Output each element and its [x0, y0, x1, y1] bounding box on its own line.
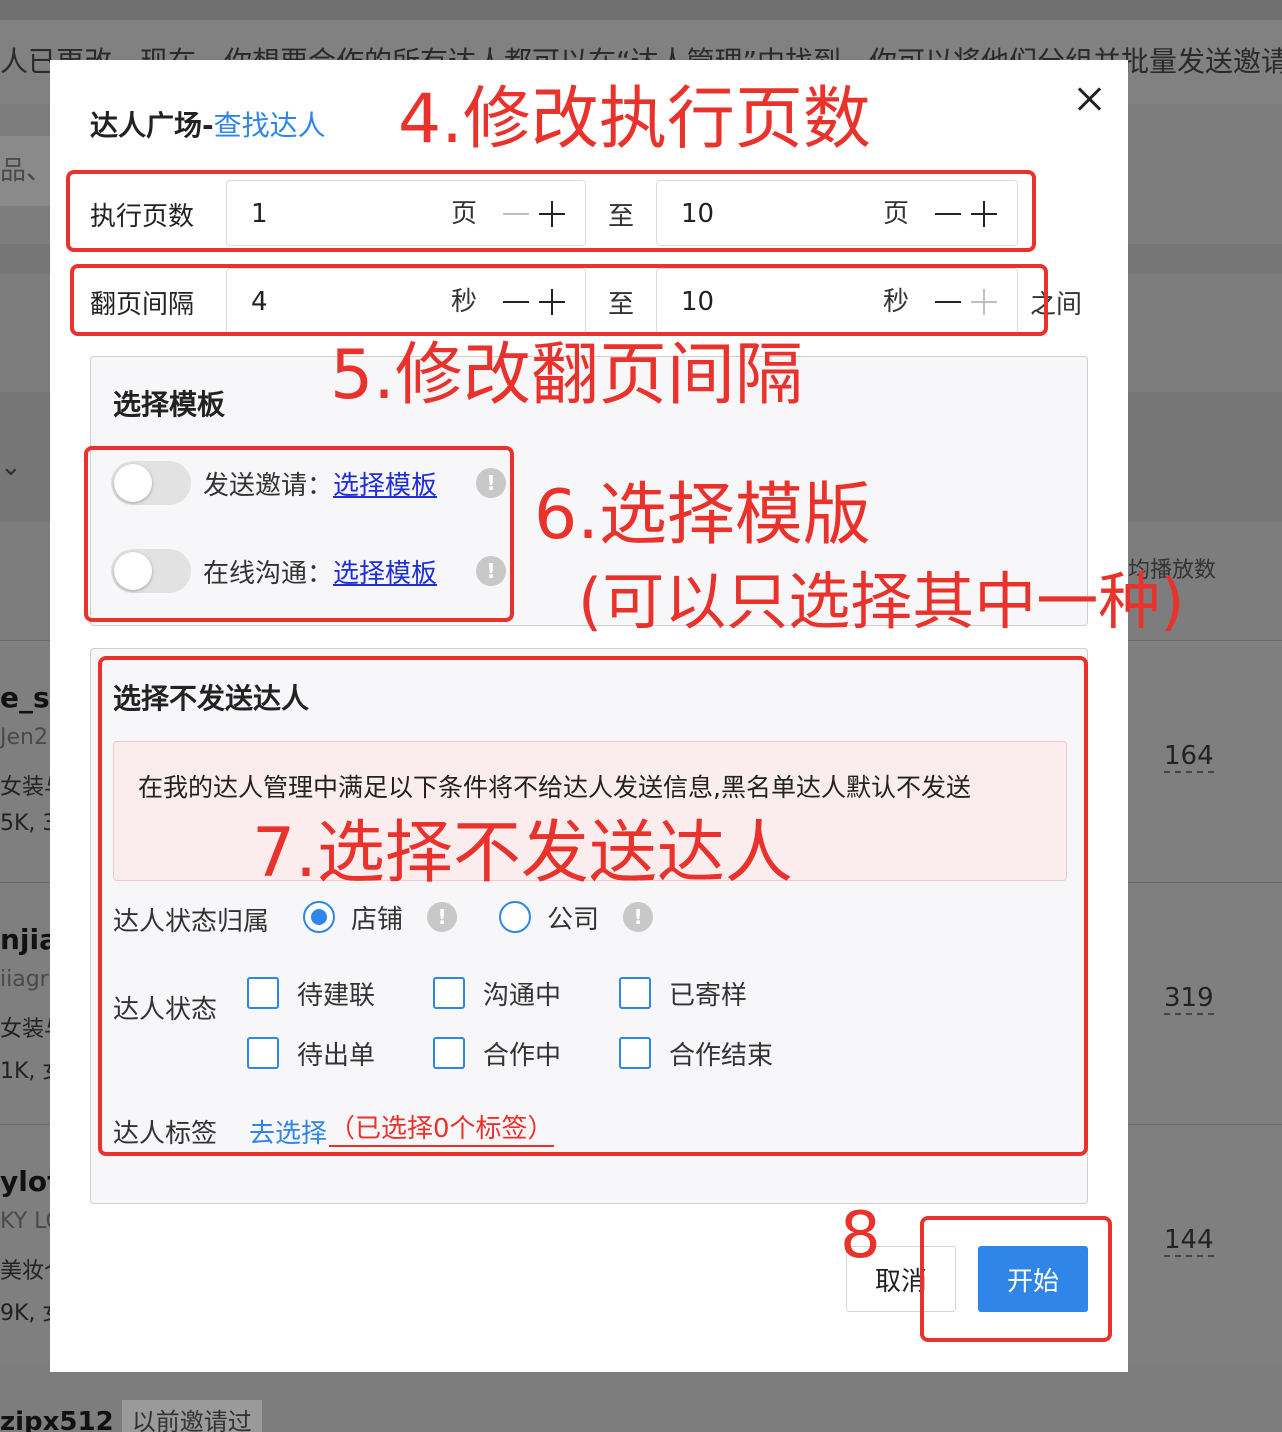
plus-icon[interactable]	[539, 201, 565, 227]
background-column-header: 均播放数	[1128, 558, 1217, 583]
chat-template-link[interactable]: 选择模板	[333, 559, 437, 589]
background-top-bar	[0, 0, 1282, 20]
template-panel-title: 选择模板	[113, 388, 226, 421]
pages-unit: 页	[450, 199, 477, 229]
plus-icon[interactable]	[971, 289, 997, 315]
exclude-panel-title: 选择不发送达人	[113, 682, 310, 715]
ownership-company-label: 公司	[547, 905, 600, 935]
interval-to-value[interactable]: 10	[681, 269, 714, 335]
interval-to-stepper[interactable]: 10 秒	[656, 268, 1018, 334]
close-icon[interactable]	[1074, 84, 1104, 114]
pages-from-stepper[interactable]: 1 页	[226, 180, 586, 246]
pages-from-value[interactable]: 1	[251, 181, 268, 247]
find-creators-link[interactable]: 查找达人	[214, 109, 326, 142]
find-creators-modal: 达人广场-查找达人 执行页数 1 页 至 10 页 翻页间隔 4 秒 至 10 …	[50, 60, 1128, 1372]
interval-from-value[interactable]: 4	[251, 269, 268, 335]
info-icon[interactable]: !	[623, 902, 653, 932]
info-icon[interactable]: !	[476, 556, 506, 586]
status-cooperation-ended-checkbox[interactable]	[619, 1037, 651, 1069]
exclude-panel: 选择不发送达人 在我的达人管理中满足以下条件将不给达人发送信息,黑名单达人默认不…	[90, 648, 1088, 1204]
chat-row: 在线沟通：选择模板	[203, 553, 437, 590]
interval-unit: 秒	[450, 287, 477, 317]
ownership-label: 达人状态归属	[113, 907, 270, 937]
modal-title: 达人广场-查找达人	[90, 104, 326, 144]
interval-label: 翻页间隔	[90, 290, 195, 320]
chat-label: 在线沟通：	[203, 559, 334, 589]
interval-separator: 至	[608, 290, 635, 320]
status-option-label: 待出单	[297, 1041, 376, 1071]
pages-to-value[interactable]: 10	[681, 181, 714, 247]
status-option-label: 沟通中	[483, 981, 562, 1011]
status-sample-sent-checkbox[interactable]	[619, 977, 651, 1009]
plus-icon[interactable]	[539, 289, 565, 315]
pages-label: 执行页数	[90, 202, 195, 232]
status-label: 达人状态	[113, 995, 218, 1025]
status-option-label: 已寄样	[669, 981, 748, 1011]
chevron-down-icon: ⌄	[0, 452, 22, 482]
tag-label: 达人标签	[113, 1119, 218, 1149]
status-cooperating-checkbox[interactable]	[433, 1037, 465, 1069]
ownership-company-radio[interactable]	[499, 901, 531, 933]
avg-views-value: 164	[1164, 741, 1214, 773]
selected-tags-count[interactable]: （已选择0个标签）	[329, 1113, 554, 1147]
modal-title-text: 达人广场-	[90, 109, 214, 142]
minus-icon[interactable]	[503, 289, 529, 315]
ownership-store-label: 店铺	[351, 905, 404, 935]
exclude-warning: 在我的达人管理中满足以下条件将不给达人发送信息,黑名单达人默认不发送	[113, 741, 1067, 881]
interval-suffix: 之间	[1030, 290, 1083, 320]
avg-views-value: 319	[1164, 983, 1214, 1015]
pages-unit: 页	[882, 199, 909, 229]
template-panel: 选择模板 发送邀请：选择模板 ! 在线沟通：选择模板 !	[90, 356, 1088, 626]
info-icon[interactable]: !	[476, 468, 506, 498]
background-bottom-row: zipx512 以前邀请过	[0, 1400, 262, 1432]
invite-label: 发送邀请：	[203, 471, 334, 501]
chat-toggle[interactable]	[111, 549, 191, 593]
creator-handle: Jen2	[0, 725, 48, 750]
pages-to-stepper[interactable]: 10 页	[656, 180, 1018, 246]
creator-fans: 5K, 3	[0, 811, 57, 836]
cancel-button[interactable]: 取消	[846, 1246, 956, 1312]
invite-template-link[interactable]: 选择模板	[333, 471, 437, 501]
select-tags-link[interactable]: 去选择	[249, 1113, 327, 1150]
minus-icon[interactable]	[935, 289, 961, 315]
invite-toggle[interactable]	[111, 461, 191, 505]
status-option-label: 待建联	[297, 981, 376, 1011]
minus-icon[interactable]	[503, 201, 529, 227]
avg-views-value: 144	[1164, 1225, 1214, 1257]
pages-separator: 至	[608, 202, 635, 232]
interval-from-stepper[interactable]: 4 秒	[226, 268, 586, 334]
start-button[interactable]: 开始	[978, 1246, 1088, 1312]
interval-unit: 秒	[882, 287, 909, 317]
status-communicating-checkbox[interactable]	[433, 977, 465, 1009]
status-pending-contact-checkbox[interactable]	[247, 977, 279, 1009]
info-icon[interactable]: !	[427, 902, 457, 932]
minus-icon[interactable]	[935, 201, 961, 227]
plus-icon[interactable]	[971, 201, 997, 227]
background-search-input: 品、讠	[0, 136, 50, 206]
invited-before-badge: 以前邀请过	[121, 1400, 262, 1432]
status-option-label: 合作结束	[669, 1041, 774, 1071]
ownership-store-radio[interactable]	[303, 901, 335, 933]
invite-row: 发送邀请：选择模板	[203, 465, 437, 502]
creator-name: zipx512	[0, 1407, 114, 1432]
status-option-label: 合作中	[483, 1041, 562, 1071]
status-pending-order-checkbox[interactable]	[247, 1037, 279, 1069]
